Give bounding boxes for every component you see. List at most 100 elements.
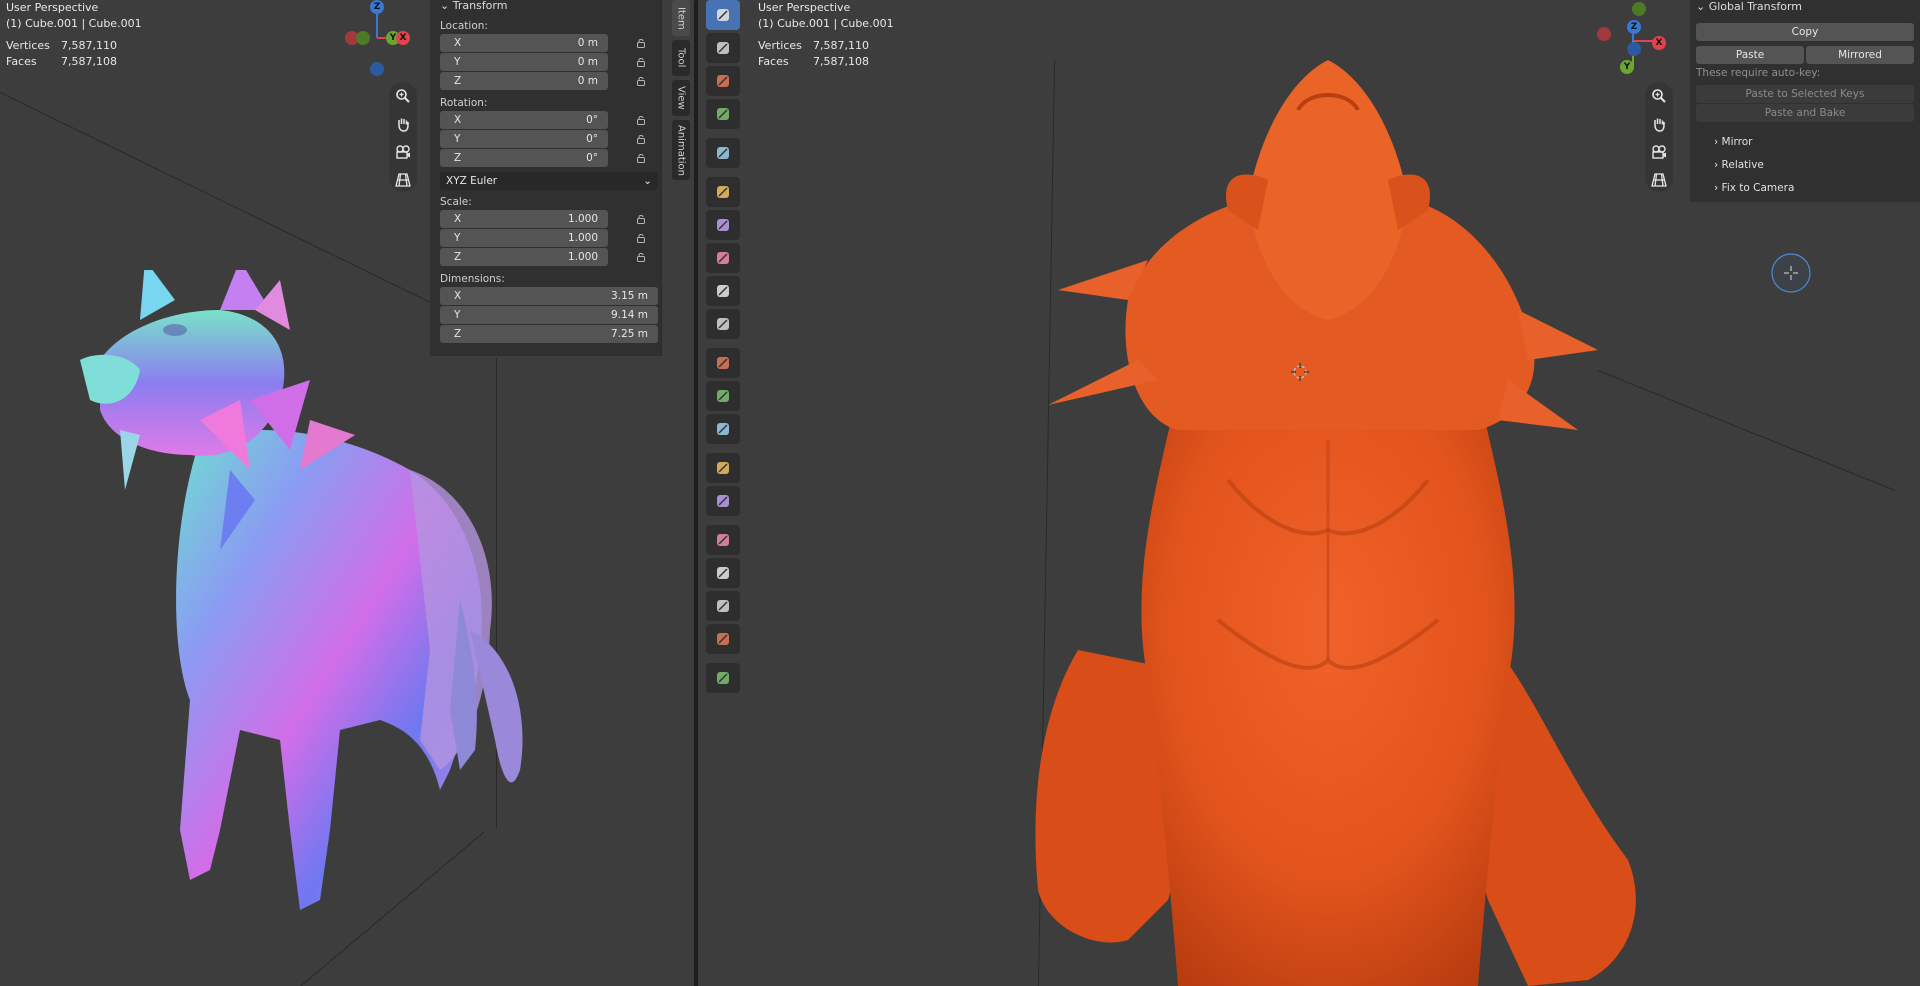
camera-icon[interactable] <box>1647 140 1671 164</box>
snake-hook-tool-icon[interactable] <box>706 99 740 129</box>
dimensions-z-field[interactable]: Z 7.25 m <box>440 325 658 343</box>
gizmo-z-axis[interactable]: Z <box>370 0 384 14</box>
global-transform-header[interactable]: ⌄ Global Transform <box>1696 0 1802 13</box>
face-set-paint-tool-icon[interactable] <box>706 243 740 273</box>
lock-icon[interactable] <box>636 76 646 86</box>
global-transform-title: Global Transform <box>1708 0 1803 13</box>
gizmo-neg-z[interactable] <box>1627 42 1641 56</box>
paste-button[interactable]: Paste <box>1696 46 1804 64</box>
relative-subpanel[interactable]: › Relative <box>1714 159 1764 171</box>
wolf-model-normal-map[interactable] <box>80 270 560 930</box>
scale-z-field[interactable]: Z 1.000 <box>440 248 608 266</box>
chevron-down-icon: ⌄ <box>440 0 450 12</box>
cloth-filter-tool-icon[interactable] <box>706 381 740 411</box>
line-project-tool-icon[interactable] <box>706 276 740 306</box>
zoom-icon[interactable] <box>1647 84 1671 108</box>
field-value: 0° <box>586 152 598 164</box>
grid-ortho-icon[interactable] <box>1647 168 1671 192</box>
3d-cursor-icon[interactable] <box>1290 362 1310 382</box>
scale-tool-icon[interactable] <box>706 591 740 621</box>
grid-ortho-icon[interactable] <box>391 168 415 192</box>
scale-row: Y 1.000 <box>440 229 661 248</box>
annotate-tool-icon[interactable] <box>706 663 740 693</box>
rotate-tool-icon[interactable] <box>706 558 740 588</box>
lock-icon[interactable] <box>636 38 646 48</box>
faces-value: 7,587,108 <box>813 55 869 68</box>
scale-y-field[interactable]: Y 1.000 <box>440 229 608 247</box>
wolf-model-orange[interactable] <box>928 60 1728 986</box>
grab-tool-icon[interactable] <box>706 66 740 96</box>
paste-to-selected-keys-button[interactable]: Paste to Selected Keys <box>1696 85 1914 103</box>
navigation-gizmo[interactable]: Z Y X <box>340 0 410 80</box>
dimensions-row: Y 9.14 m <box>440 306 661 325</box>
edit-face-set-tool-icon[interactable] <box>706 453 740 483</box>
gizmo-neg-y[interactable] <box>356 31 370 45</box>
tab-item[interactable]: Item <box>672 0 690 36</box>
gizmo-x-axis[interactable]: X <box>396 31 410 45</box>
gizmo-y-axis[interactable]: Y <box>1620 60 1634 74</box>
lock-icon[interactable] <box>636 252 646 262</box>
mirror-subpanel[interactable]: › Mirror <box>1714 136 1752 148</box>
rotation-z-field[interactable]: Z 0° <box>440 149 608 167</box>
gizmo-z-axis[interactable]: Z <box>1627 20 1641 34</box>
dimensions-label: Dimensions: <box>440 273 505 285</box>
navigation-gizmo[interactable]: Z X Y <box>1595 0 1666 80</box>
tab-animation[interactable]: Animation <box>672 120 690 180</box>
hand-pan-icon[interactable] <box>1647 112 1671 136</box>
scale-label: Scale: <box>440 196 472 208</box>
rotation-row: Y 0° <box>440 130 661 149</box>
lock-icon[interactable] <box>636 57 646 67</box>
transform-panel: ⌄ Transform Location: X 0 m Y 0 m Z 0 m Rotat… <box>430 0 662 356</box>
field-value: 1.000 <box>567 232 598 244</box>
hand-pan-icon[interactable] <box>391 112 415 136</box>
camera-icon[interactable] <box>391 140 415 164</box>
sidebar-tabs: Item Tool View Animation <box>672 0 690 184</box>
paste-and-bake-button[interactable]: Paste and Bake <box>1696 104 1914 122</box>
location-x-field[interactable]: X 0 m <box>440 34 608 52</box>
transform-panel-header[interactable]: ⌄ Transform <box>430 0 661 14</box>
paste-mirrored-button[interactable]: Mirrored <box>1806 46 1914 64</box>
perspective-label: User Perspective <box>758 1 851 14</box>
location-y-field[interactable]: Y 0 m <box>440 53 608 71</box>
lock-icon[interactable] <box>636 115 646 125</box>
left-viewport[interactable]: User Perspective (1) Cube.001 | Cube.001… <box>0 0 694 986</box>
scale-x-field[interactable]: X 1.000 <box>440 210 608 228</box>
axis-label: X <box>454 37 462 49</box>
move-tool-icon[interactable] <box>706 525 740 555</box>
sculpt-draw-tool-icon[interactable] <box>706 0 740 30</box>
gizmo-neg-x[interactable] <box>1597 27 1611 41</box>
left-viewport-info: User Perspective (1) Cube.001 | Cube.001… <box>6 0 142 70</box>
gizmo-x-axis[interactable]: X <box>1652 36 1666 50</box>
copy-button[interactable]: Copy <box>1696 23 1914 41</box>
brush-tool-icon[interactable] <box>706 33 740 63</box>
lock-icon[interactable] <box>636 134 646 144</box>
location-z-field[interactable]: Z 0 m <box>440 72 608 90</box>
add-cube-tool-icon[interactable] <box>706 138 740 168</box>
mask-by-color-tool-icon[interactable] <box>706 486 740 516</box>
dimensions-y-field[interactable]: Y 9.14 m <box>440 306 658 324</box>
transform-title: Transform <box>452 0 508 12</box>
color-filter-tool-icon[interactable] <box>706 414 740 444</box>
fix-to-camera-subpanel[interactable]: › Fix to Camera <box>1714 182 1794 194</box>
tab-view[interactable]: View <box>672 80 690 116</box>
face-set-box-tool-icon[interactable] <box>706 210 740 240</box>
lock-icon[interactable] <box>636 233 646 243</box>
mask-box-tool-icon[interactable] <box>706 177 740 207</box>
rotation-mode-dropdown[interactable]: XYZ Euler ⌄ <box>440 172 658 190</box>
lock-icon[interactable] <box>636 153 646 163</box>
rotation-y-field[interactable]: Y 0° <box>440 130 608 148</box>
dimensions-x-field[interactable]: X 3.15 m <box>440 287 658 305</box>
transform-tool-icon[interactable] <box>706 624 740 654</box>
gizmo-neg-z[interactable] <box>370 62 384 76</box>
dimensions-row: Z 7.25 m <box>440 325 661 344</box>
field-value: 3.15 m <box>611 290 648 302</box>
chevron-down-icon: ⌄ <box>1696 0 1706 13</box>
gizmo-neg-y[interactable] <box>1632 2 1646 16</box>
zoom-icon[interactable] <box>391 84 415 108</box>
mesh-filter-tool-icon[interactable] <box>706 348 740 378</box>
tab-tool[interactable]: Tool <box>672 40 690 76</box>
lock-icon[interactable] <box>636 214 646 224</box>
rotation-x-field[interactable]: X 0° <box>440 111 608 129</box>
trim-tool-icon[interactable] <box>706 309 740 339</box>
scene-stats: Vertices 7,587,110 Faces 7,587,108 <box>6 38 142 70</box>
